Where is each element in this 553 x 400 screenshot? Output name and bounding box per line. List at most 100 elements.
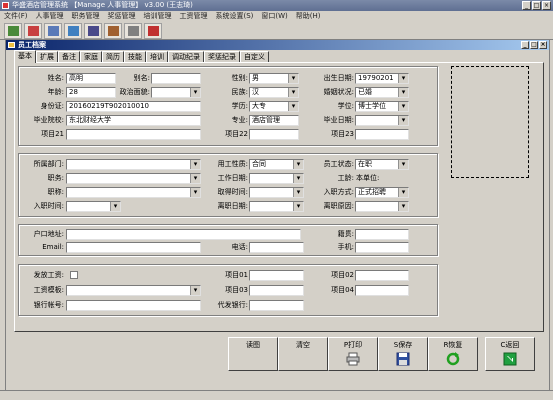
school-label: 毕业院校: [33, 116, 64, 124]
child-maximize-button[interactable]: □ [530, 41, 538, 49]
title-select[interactable] [66, 187, 201, 198]
bank-account-field[interactable] [66, 300, 201, 311]
hukou-label: 户口地址: [33, 230, 64, 238]
leave-reason-label: 离职原因: [323, 202, 354, 210]
dept-label: 所属部门: [33, 160, 64, 168]
maximize-button[interactable]: □ [532, 1, 541, 10]
app-icon [2, 2, 9, 9]
title-date-label: 取得时间: [217, 188, 248, 196]
clear-button[interactable]: 清空 [278, 337, 328, 371]
mobile-field[interactable] [355, 242, 409, 253]
menu-personnel[interactable]: 人事管理 [32, 11, 68, 22]
item03-field[interactable] [249, 285, 304, 296]
mobile-label: 手机: [337, 243, 354, 251]
leave-date-field[interactable] [249, 201, 304, 212]
birth-date-label: 出生日期: [323, 74, 354, 82]
save-label: S保存 [393, 341, 413, 349]
menu-file[interactable]: 文件(F) [0, 11, 32, 22]
toolbar-report-button[interactable] [104, 23, 122, 39]
child-close-button[interactable]: × [539, 41, 547, 49]
marital-select[interactable]: 已婚 [355, 87, 409, 98]
read-image-button[interactable]: 读图 [228, 337, 278, 371]
toolbar-exit-button[interactable] [144, 23, 162, 39]
menu-position[interactable]: 职务管理 [68, 11, 104, 22]
close-button[interactable]: × [542, 1, 551, 10]
print-label: P打印 [343, 341, 363, 349]
menu-help[interactable]: 帮助(H) [292, 11, 325, 22]
marital-label: 婚姻状况: [323, 88, 354, 96]
native-field[interactable] [355, 229, 409, 240]
minimize-button[interactable]: _ [522, 1, 531, 10]
menu-window[interactable]: 窗口(W) [257, 11, 291, 22]
work-date-field[interactable] [249, 173, 304, 184]
emp-status-select[interactable]: 在职 [355, 159, 409, 170]
salary-template-select[interactable] [66, 285, 201, 296]
name-label: 姓名: [47, 74, 64, 82]
email-label: Email: [42, 243, 64, 251]
title-date-field[interactable] [249, 187, 304, 198]
tab-basic[interactable]: 基本 [14, 50, 36, 63]
entry-mode-label: 入职方式: [323, 188, 354, 196]
leave-reason-select[interactable] [355, 201, 409, 212]
school-field[interactable]: 东北财经大学 [66, 115, 201, 126]
item01-field[interactable] [249, 270, 304, 281]
menu-settings[interactable]: 系统设置(S) [212, 11, 258, 22]
grad-date-field[interactable] [355, 115, 409, 126]
toolbar-contract-button[interactable] [44, 23, 62, 39]
entry-date-field[interactable] [66, 201, 121, 212]
gender-select[interactable]: 男 [249, 73, 299, 84]
toolbar-settings-button[interactable] [124, 23, 142, 39]
menu-training[interactable]: 培训管理 [140, 11, 176, 22]
position-label: 职务: [47, 174, 64, 182]
report-icon [108, 26, 119, 36]
save-button[interactable]: S保存 [378, 337, 428, 371]
users-icon [28, 26, 39, 36]
menu-salary[interactable]: 工资管理 [176, 11, 212, 22]
email-field[interactable] [66, 242, 201, 253]
name-field[interactable]: 高明 [66, 73, 116, 84]
pay-salary-checkbox[interactable] [70, 271, 78, 279]
ethnic-label: 民族: [231, 88, 248, 96]
employment-type-select[interactable]: 合同 [249, 159, 304, 170]
toolbar-calc-button[interactable] [84, 23, 102, 39]
hukou-field[interactable] [66, 229, 301, 240]
child-minimize-button[interactable]: _ [521, 41, 529, 49]
photo-box[interactable] [451, 66, 529, 178]
dept-select[interactable] [66, 159, 201, 170]
political-select[interactable] [151, 87, 201, 98]
major-field[interactable]: 酒店管理 [249, 115, 299, 126]
degree-select[interactable]: 博士学位 [355, 101, 409, 112]
item21-field[interactable] [66, 129, 201, 140]
item03-label: 项目03 [225, 286, 248, 294]
child-title: 员工档案 [18, 41, 46, 49]
phone-label: 电话: [231, 243, 248, 251]
calculator-icon [88, 26, 99, 36]
item04-label: 项目04 [331, 286, 354, 294]
education-select[interactable]: 大专 [249, 101, 299, 112]
item22-field[interactable] [249, 129, 299, 140]
ethnic-select[interactable]: 汉 [249, 87, 299, 98]
toolbar-users-button[interactable] [24, 23, 42, 39]
item23-field[interactable] [355, 129, 409, 140]
status-bar [0, 390, 553, 400]
back-button[interactable]: C返回 [485, 337, 535, 371]
entry-mode-select[interactable]: 正式招聘 [355, 187, 409, 198]
alias-field[interactable] [151, 73, 201, 84]
id-card-field[interactable]: 20160219T902010010 [66, 101, 201, 112]
print-button[interactable]: P打印 [328, 337, 378, 371]
toolbar-chart-button[interactable] [64, 23, 82, 39]
exit-arrow-icon [503, 352, 517, 366]
item04-field[interactable] [355, 285, 409, 296]
agent-bank-label: 代发银行: [217, 301, 248, 309]
seniority-unit-label: 本单位: [356, 174, 380, 182]
folder-icon [8, 42, 15, 48]
phone-field[interactable] [249, 242, 304, 253]
id-card-label: 身份证: [40, 102, 64, 110]
restore-button[interactable]: R恢复 [428, 337, 478, 371]
agent-bank-field[interactable] [249, 300, 304, 311]
toolbar-employee-button[interactable] [4, 23, 22, 39]
position-select[interactable] [66, 173, 201, 184]
menu-rewards[interactable]: 奖惩管理 [104, 11, 140, 22]
item02-field[interactable] [355, 270, 409, 281]
birth-date-field[interactable]: 19790201 [355, 73, 409, 84]
